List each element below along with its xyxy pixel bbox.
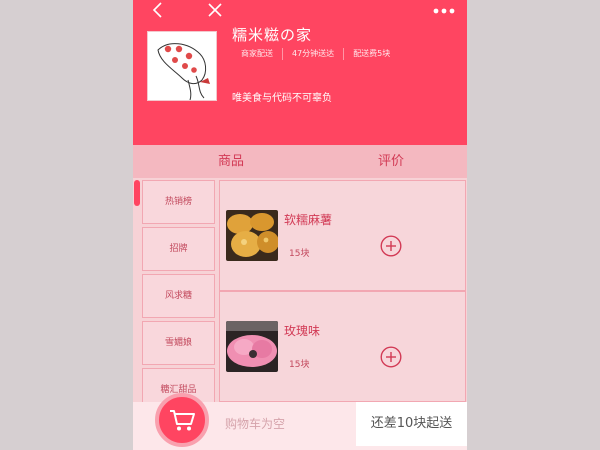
- cart-bar: 购物车为空 还差10块起送: [133, 393, 467, 450]
- tab-bar: 商品 评价: [133, 145, 467, 178]
- shop-name: 糯米糍の家: [232, 26, 313, 44]
- back-icon[interactable]: [147, 0, 171, 22]
- add-to-cart-icon[interactable]: [380, 235, 402, 257]
- product-card[interactable]: 玫瑰味 15块: [219, 291, 466, 402]
- shop-header: 糯米糍の家 商家配送 47分钟送达 配送费5块 唯美食与代码不可辜负: [133, 0, 467, 145]
- product-image: [226, 321, 278, 372]
- shop-meta: 商家配送 47分钟送达 配送费5块: [232, 48, 399, 60]
- cart-button[interactable]: [155, 393, 209, 447]
- product-card[interactable]: 软糯麻薯 15块: [219, 180, 466, 291]
- cart-status: 购物车为空: [225, 417, 286, 431]
- add-to-cart-icon[interactable]: [380, 346, 402, 368]
- category-hot[interactable]: 热销榜: [142, 180, 215, 224]
- delivery-fee: 配送费5块: [353, 49, 391, 58]
- category-active-indicator: [134, 180, 140, 206]
- product-price: 15块: [289, 249, 310, 259]
- category-snow-mochi[interactable]: 雪媚娘: [142, 321, 215, 365]
- product-price: 15块: [289, 360, 310, 370]
- category-fengqiu-candy[interactable]: 风求糖: [142, 274, 215, 318]
- product-name: 玫瑰味: [284, 324, 321, 338]
- app-screen: 糯米糍の家 商家配送 47分钟送达 配送费5块 唯美食与代码不可辜负 商品 评价…: [133, 0, 467, 450]
- delivery-time: 47分钟送达: [283, 48, 345, 60]
- tab-reviews[interactable]: 评价: [341, 145, 441, 178]
- min-order-button[interactable]: 还差10块起送: [356, 402, 467, 446]
- more-icon[interactable]: [431, 2, 457, 20]
- delivery-type: 商家配送: [232, 48, 283, 60]
- product-name: 软糯麻薯: [284, 213, 333, 227]
- category-signature[interactable]: 招牌: [142, 227, 215, 271]
- product-image: [226, 210, 278, 261]
- shop-logo: [147, 31, 217, 101]
- shop-slogan: 唯美食与代码不可辜负: [232, 93, 332, 104]
- tab-goods[interactable]: 商品: [181, 145, 281, 178]
- close-icon[interactable]: [203, 0, 227, 22]
- cart-icon: [170, 410, 195, 431]
